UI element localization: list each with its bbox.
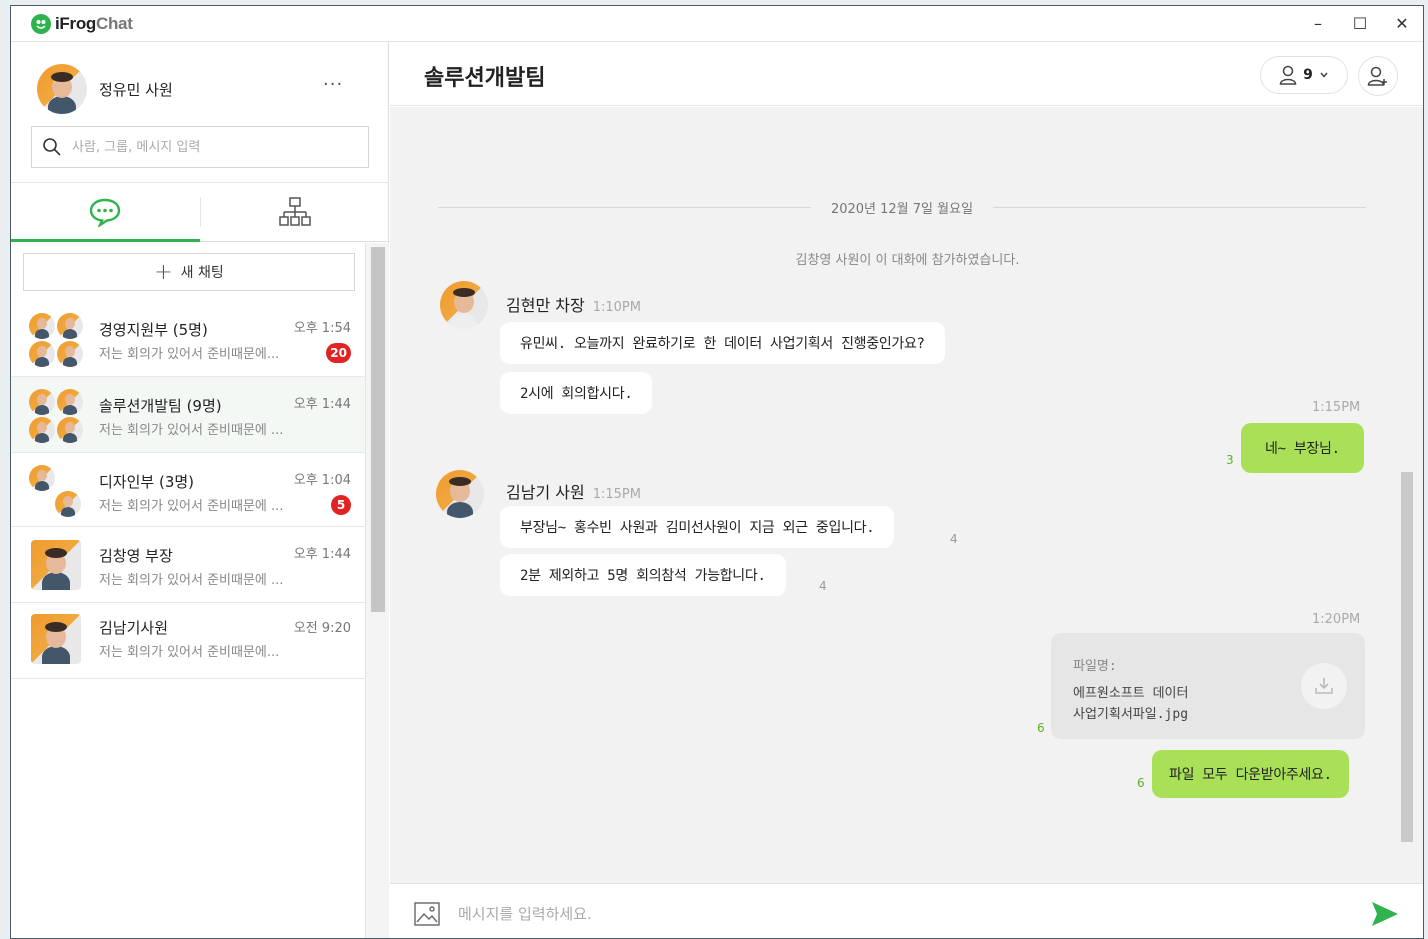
my-profile[interactable]: 정유민 사원 [37, 64, 173, 114]
chat-list-item[interactable]: 디자인부 (3명) 저는 회의가 있어서 준비때문에 ... 오후 1:04 5 [11, 453, 365, 527]
avatar [31, 614, 81, 664]
group-avatar [29, 465, 83, 519]
download-icon [1315, 678, 1333, 694]
sender-name: 김현만 차장 1:10PM [506, 296, 641, 315]
chat-time: 오후 1:44 [293, 397, 351, 412]
app-name: iFrogChat [55, 13, 133, 33]
avatar[interactable] [440, 281, 488, 329]
read-count: 6 [1037, 721, 1045, 735]
chat-preview: 저는 회의가 있어서 준비때문에 ... [99, 423, 284, 438]
sidebar: 정유민 사원 ··· 사람, 그룹, 메시지 입력 + 새 채팅 경영지원부 (… [11, 42, 389, 938]
invite-member-button[interactable] [1358, 56, 1398, 96]
send-button[interactable] [1370, 900, 1400, 932]
avatar[interactable] [436, 470, 484, 518]
download-button[interactable] [1301, 663, 1347, 709]
read-count: 4 [950, 532, 958, 546]
group-avatar [29, 313, 83, 367]
chat-time: 오후 1:44 [293, 547, 351, 562]
profile-name: 정유민 사원 [99, 80, 173, 99]
app-logo: iFrogChat [31, 13, 133, 34]
message-bubble[interactable]: 부장님~ 홍수빈 사원과 김미선사원이 지금 외근 중입니다. [500, 506, 895, 548]
app-window: iFrogChat – ☐ ✕ 정유민 사원 ··· 사람, 그룹, 메시지 입… [10, 5, 1424, 939]
chat-list: 경영지원부 (5명) 저는 회의가 있어서 준비때문에... 오후 1:54 2… [11, 301, 365, 679]
message-time: 1:15PM [1312, 400, 1361, 415]
avatar [37, 64, 87, 114]
read-count: 4 [819, 579, 827, 593]
date-divider-text: 2020년 12월 7일 월요일 [830, 201, 974, 217]
message-scrollbar[interactable] [1401, 472, 1413, 842]
file-label: 파일명: [1073, 659, 1117, 674]
message-input[interactable] [458, 896, 1338, 932]
room-header: 솔루션개발팀 9 [390, 42, 1423, 106]
chat-preview: 저는 회의가 있어서 준비때문에... [99, 645, 280, 660]
frog-logo-icon [31, 13, 51, 34]
window-controls: – ☐ ✕ [1297, 6, 1423, 42]
chat-list-item[interactable]: 솔루션개발팀 (9명) 저는 회의가 있어서 준비때문에 ... 오후 1:44 [11, 377, 365, 453]
message-bubble[interactable]: 유민씨. 오늘까지 완료하기로 한 데이터 사업기획서 진행중인가요? [500, 322, 945, 364]
chat-list-item[interactable]: 경영지원부 (5명) 저는 회의가 있어서 준비때문에... 오후 1:54 2… [11, 301, 365, 377]
message-bubble[interactable]: 2시에 회의합시다. [500, 372, 653, 414]
chat-title: 솔루션개발팀 (9명) [99, 397, 222, 415]
chat-list-item[interactable]: 김창영 부장 저는 회의가 있어서 준비때문에 ... 오후 1:44 [11, 527, 365, 603]
search-input[interactable] [72, 139, 352, 155]
chat-title: 디자인부 (3명) [99, 473, 195, 491]
message-bubble[interactable]: 2분 제외하고 5명 회의참석 가능합니다. [500, 554, 786, 596]
read-count: 3 [1226, 453, 1234, 467]
search-box[interactable] [31, 126, 369, 168]
chat-title: 김창영 부장 [99, 547, 173, 565]
chat-room: 솔루션개발팀 9 2020년 12월 7일 월요일 김창영 사원이 이 대화에 … [390, 42, 1423, 938]
chat-time: 오전 9:20 [293, 621, 351, 636]
file-name: 에프원소프트 데이터 사업기획서파일.jpg [1073, 686, 1189, 722]
composer [390, 883, 1423, 938]
image-attach-button[interactable] [414, 902, 440, 930]
sidebar-tabs [11, 182, 389, 242]
members-button[interactable]: 9 [1260, 56, 1348, 94]
minimize-button[interactable]: – [1297, 6, 1339, 42]
chat-preview: 저는 회의가 있어서 준비때문에... [99, 347, 280, 362]
system-message: 김창영 사원이 이 대화에 참가하였습니다. [795, 253, 1020, 268]
sender-name: 김남기 사원 1:15PM [506, 483, 641, 502]
person-icon [1279, 65, 1297, 85]
chat-time: 오후 1:04 [293, 473, 351, 488]
plus-icon: + [154, 259, 173, 285]
unread-badge: 20 [326, 343, 351, 363]
avatar [31, 540, 81, 590]
close-button[interactable]: ✕ [1381, 6, 1423, 42]
room-title: 솔루션개발팀 [424, 66, 546, 91]
new-chat-label: 새 채팅 [180, 265, 224, 281]
search-icon [43, 138, 61, 156]
tab-organization[interactable] [201, 183, 390, 241]
new-chat-button[interactable]: + 새 채팅 [23, 253, 355, 291]
chat-preview: 저는 회의가 있어서 준비때문에 ... [99, 573, 284, 588]
add-person-icon [1367, 66, 1387, 86]
chat-time: 오후 1:54 [293, 321, 351, 336]
unread-badge: 5 [331, 495, 351, 515]
scrollbar-thumb[interactable] [371, 247, 385, 612]
my-message-bubble[interactable]: 파일 모두 다운받아주세요. [1152, 750, 1349, 798]
maximize-button[interactable]: ☐ [1339, 6, 1381, 42]
member-count: 9 [1303, 67, 1313, 83]
chat-title: 경영지원부 (5명) [99, 321, 208, 339]
chat-list-area: + 새 채팅 경영지원부 (5명) 저는 회의가 있어서 준비때문에... 오후… [11, 243, 389, 938]
chat-bubble-icon [90, 198, 121, 227]
title-bar: iFrogChat – ☐ ✕ [11, 6, 1423, 42]
my-message-bubble[interactable]: 네~ 부장님. [1241, 423, 1364, 473]
read-count: 6 [1137, 776, 1145, 790]
chat-title: 김남기사원 [99, 619, 169, 637]
send-icon [1372, 902, 1398, 926]
message-time: 1:20PM [1312, 612, 1361, 627]
chevron-down-icon [1320, 72, 1328, 78]
image-icon [414, 902, 440, 926]
chat-list-item[interactable]: 김남기사원 저는 회의가 있어서 준비때문에... 오전 9:20 [11, 603, 365, 679]
file-message[interactable]: 파일명: 에프원소프트 데이터 사업기획서파일.jpg [1051, 633, 1365, 739]
org-chart-icon [279, 197, 311, 226]
tab-chats[interactable] [11, 183, 200, 242]
group-avatar [29, 389, 83, 443]
more-options-button[interactable]: ··· [323, 74, 343, 95]
date-divider: 2020년 12월 7일 월요일 [438, 197, 1366, 217]
chat-list-scrollbar[interactable] [365, 243, 389, 938]
chat-preview: 저는 회의가 있어서 준비때문에 ... [99, 499, 284, 514]
message-area: 2020년 12월 7일 월요일 김창영 사원이 이 대화에 참가하였습니다. … [390, 107, 1423, 883]
